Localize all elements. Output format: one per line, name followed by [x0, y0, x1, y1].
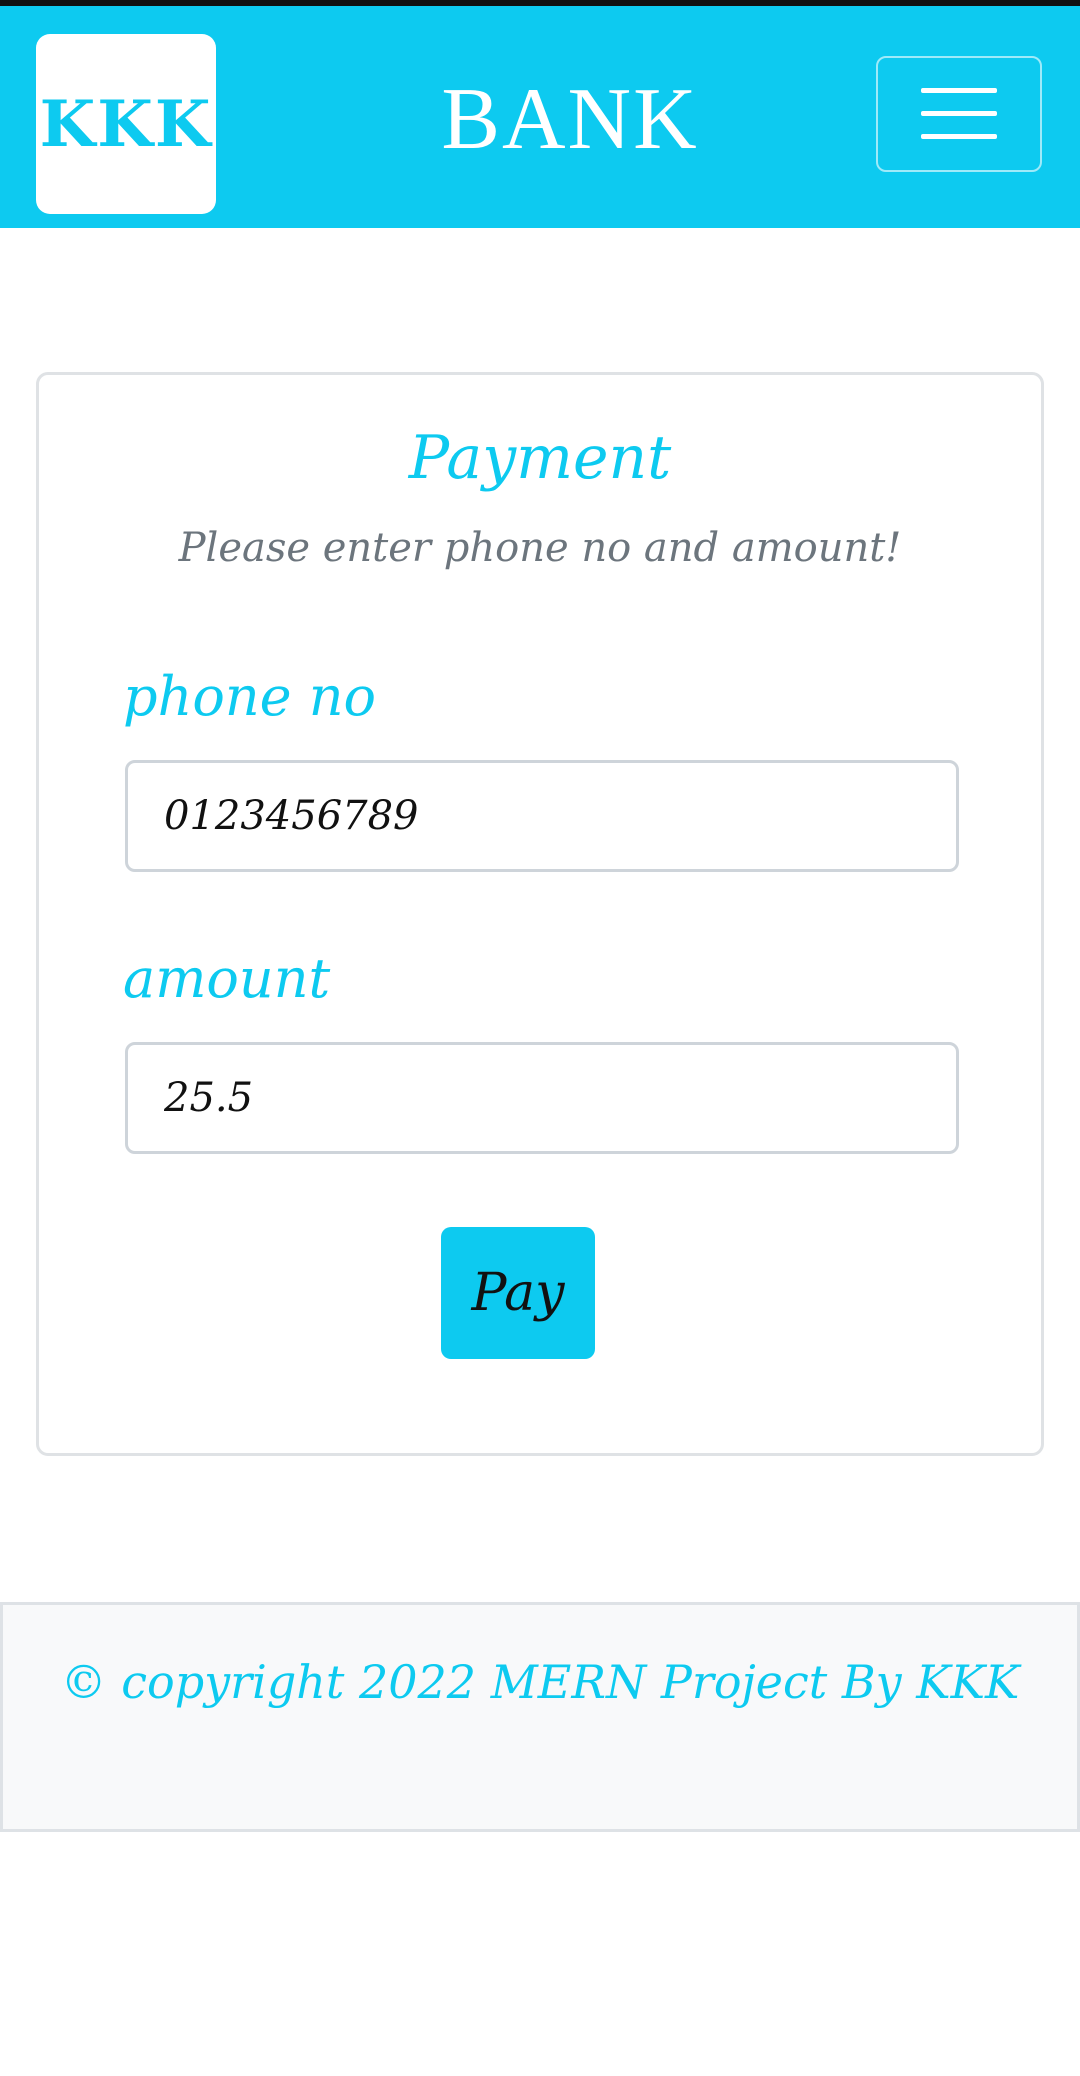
- payment-card: Payment Please enter phone no and amount…: [36, 372, 1044, 1456]
- navbar: KKK BANK: [0, 6, 1080, 228]
- menu-toggle-button[interactable]: [876, 56, 1042, 172]
- payment-subtitle: Please enter phone no and amount!: [178, 525, 902, 571]
- brand-title[interactable]: BANK: [380, 64, 760, 174]
- amount-label: amount: [123, 947, 331, 1010]
- logo-text: KKK: [39, 86, 213, 162]
- hamburger-icon: [921, 88, 997, 139]
- phone-input[interactable]: [125, 760, 959, 872]
- amount-input[interactable]: [125, 1042, 959, 1154]
- footer: © copyright 2022 MERN Project By KKK: [0, 1602, 1080, 1832]
- logo[interactable]: KKK: [36, 34, 216, 214]
- footer-copyright: © copyright 2022 MERN Project By KKK: [60, 1655, 1020, 1709]
- phone-label: phone no: [123, 665, 377, 728]
- payment-title: Payment: [408, 423, 672, 493]
- pay-button[interactable]: Pay: [441, 1227, 595, 1359]
